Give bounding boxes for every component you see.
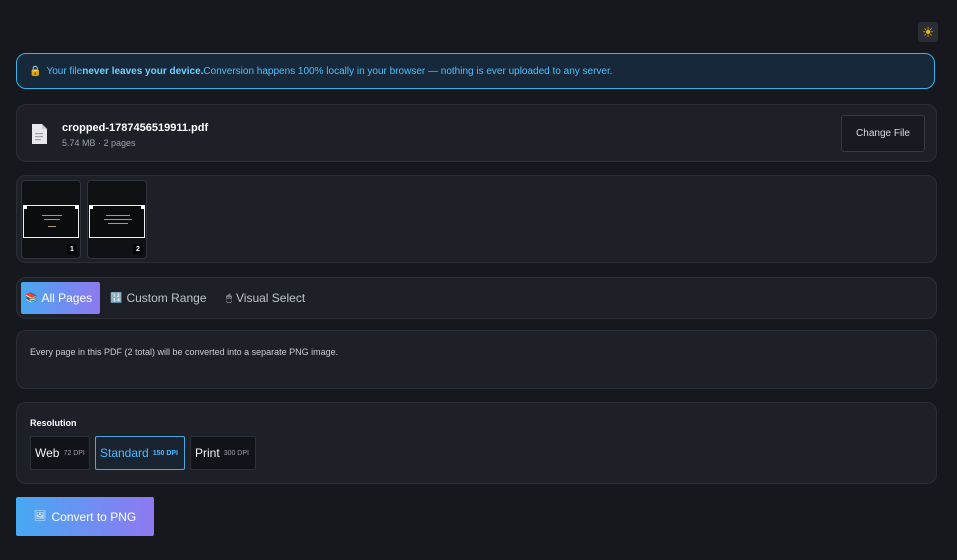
resolution-label: Web xyxy=(35,446,60,460)
convert-to-png-button[interactable]: 🖼 Convert to PNG xyxy=(16,497,154,536)
selection-mode-tabs: 📚 All Pages 🔢 Custom Range 🖱 Visual Sele… xyxy=(16,277,937,319)
resolution-card: Resolution Web 72 DPI Standard 150 DPI P… xyxy=(16,402,937,484)
resolution-title: Resolution xyxy=(30,418,77,428)
tab-custom-range[interactable]: 🔢 Custom Range xyxy=(110,282,207,314)
resolution-label: Print xyxy=(195,446,220,460)
sun-icon: ☀ xyxy=(921,24,935,40)
picture-icon: 🖼 xyxy=(33,511,47,522)
resolution-dpi: 300 DPI xyxy=(223,449,249,457)
file-card: cropped-1787456519911.pdf 5.74 MB · 2 pa… xyxy=(16,104,937,162)
page-preview xyxy=(23,205,79,238)
notice-prefix: Your file xyxy=(46,65,83,77)
file-meta: 5.74 MB · 2 pages xyxy=(62,138,136,148)
resolution-label: Standard xyxy=(100,446,149,460)
page-thumbnail-1[interactable]: 1 xyxy=(21,180,81,259)
mouse-icon: 🖱 xyxy=(226,292,232,304)
page-number-badge: 2 xyxy=(133,244,143,255)
tab-all-pages-label: All Pages xyxy=(41,291,93,305)
books-icon: 📚 xyxy=(25,292,38,304)
privacy-notice: 🔒 Your file never leaves your device. Co… xyxy=(16,53,935,89)
tab-all-pages[interactable]: 📚 All Pages xyxy=(21,282,100,314)
resolution-print-button[interactable]: Print 300 DPI xyxy=(190,436,256,470)
page-number-badge: 1 xyxy=(67,244,77,255)
notice-suffix: Conversion happens 100% locally in your … xyxy=(203,65,613,77)
document-icon xyxy=(32,124,47,144)
mode-description: Every page in this PDF (2 total) will be… xyxy=(30,347,339,357)
numbers-icon: 🔢 xyxy=(110,292,123,304)
resolution-web-button[interactable]: Web 72 DPI xyxy=(30,436,90,470)
resolution-dpi: 150 DPI xyxy=(152,449,178,457)
page-thumbnail-2[interactable]: 2 xyxy=(87,180,147,259)
notice-bold: never leaves your device. xyxy=(82,65,204,77)
lock-icon: 🔒 xyxy=(29,65,42,77)
file-name: cropped-1787456519911.pdf xyxy=(62,122,209,134)
theme-toggle-button[interactable]: ☀ xyxy=(918,22,938,42)
change-file-button[interactable]: Change File xyxy=(841,115,925,152)
resolution-standard-button[interactable]: Standard 150 DPI xyxy=(95,436,185,470)
page-preview xyxy=(89,205,145,238)
tab-custom-range-label: Custom Range xyxy=(126,291,207,305)
mode-description-card: Every page in this PDF (2 total) will be… xyxy=(16,330,937,389)
resolution-dpi: 72 DPI xyxy=(63,449,85,457)
tab-visual-select[interactable]: 🖱 Visual Select xyxy=(226,282,305,314)
page-thumbnails: 1 2 xyxy=(16,175,937,263)
convert-label: Convert to PNG xyxy=(51,509,137,524)
tab-visual-select-label: Visual Select xyxy=(236,291,306,305)
